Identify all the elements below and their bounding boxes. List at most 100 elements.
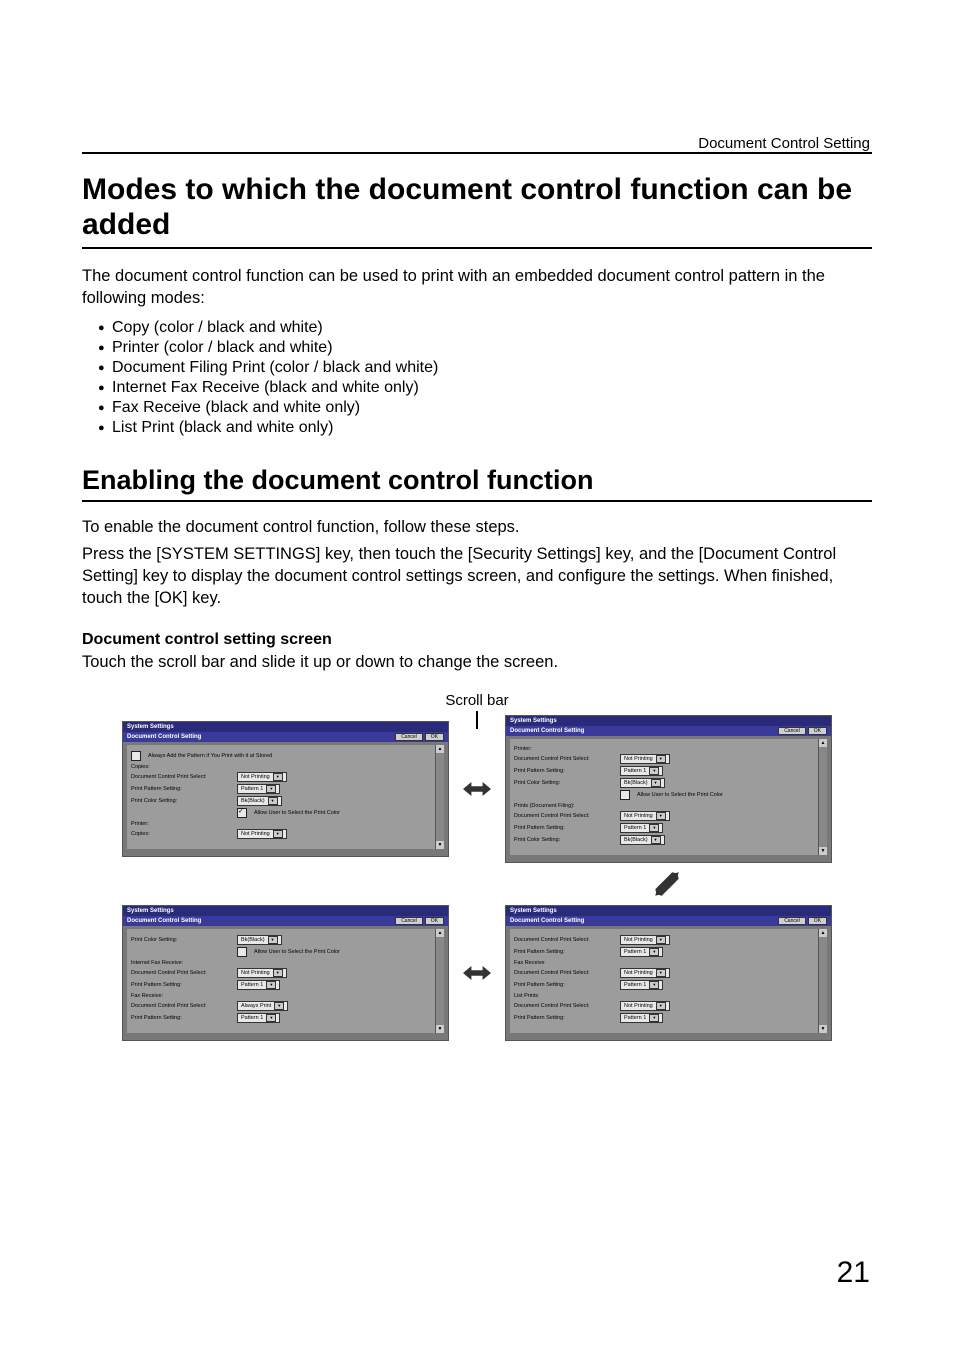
chevron-down-icon: ▼ [649, 767, 659, 775]
ok-button[interactable]: OK [425, 733, 444, 741]
panel-title: System Settings [123, 722, 448, 732]
pcs-select[interactable]: Bk(Black)▼ [237, 796, 282, 806]
pps-label: Print Pattern Setting: [514, 949, 616, 955]
pps-label: Print Pattern Setting: [131, 982, 233, 988]
pps-select[interactable]: Pattern 1▼ [620, 766, 663, 776]
panel-subtitle-bar: Document Control Setting Cancel OK [506, 726, 831, 736]
cancel-button[interactable]: Cancel [395, 733, 423, 741]
pps-select[interactable]: Pattern 1▼ [237, 1013, 280, 1023]
pcs-select[interactable]: Bk(Black)▼ [237, 935, 282, 945]
pps-select[interactable]: Pattern 1▼ [237, 784, 280, 794]
panel-subtitle: Document Control Setting [510, 918, 584, 924]
dcps-select[interactable]: Always Print▼ [237, 1001, 288, 1011]
pcs-label: Print Color Setting: [131, 798, 233, 804]
panel-title: System Settings [123, 906, 448, 916]
heading-enabling: Enabling the document control function [82, 465, 872, 496]
list-item: List Print (black and white only) [98, 419, 872, 437]
section-ifax: Internet Fax Receive: [131, 960, 440, 966]
chevron-down-icon: ▼ [656, 1002, 666, 1010]
h1-rule [82, 247, 872, 249]
dcps-label: Document Control Print Select: [514, 937, 616, 943]
enable-intro: To enable the document control function,… [82, 516, 872, 538]
chevron-down-icon: ▼ [268, 797, 278, 805]
pps-select[interactable]: Pattern 1▼ [620, 1013, 663, 1023]
scroll-down-icon[interactable]: ▼ [819, 1025, 827, 1033]
allow-user-label: Allow User to Select the Print Color [637, 792, 723, 798]
dcps-select[interactable]: Not Printing▼ [620, 1001, 670, 1011]
scrollbar[interactable]: ▲▼ [435, 929, 444, 1033]
pps-select[interactable]: Pattern 1▼ [620, 980, 663, 990]
scroll-down-icon[interactable]: ▼ [436, 841, 444, 849]
chevron-down-icon: ▼ [649, 1014, 659, 1022]
panel-subtitle: Document Control Setting [510, 728, 584, 734]
cancel-button[interactable]: Cancel [395, 917, 423, 925]
cancel-button[interactable]: Cancel [778, 917, 806, 925]
scrollbar[interactable]: ▲▼ [818, 739, 827, 855]
screenshot-ifax-fax: System Settings Document Control Setting… [122, 905, 449, 1041]
dcps-select[interactable]: Not Printing▼ [620, 811, 670, 821]
chevron-down-icon: ▼ [649, 981, 659, 989]
chevron-down-icon: ▼ [266, 1014, 276, 1022]
chevron-down-icon: ▼ [649, 824, 659, 832]
dcps-select[interactable]: Not Printing▼ [620, 935, 670, 945]
ok-button[interactable]: OK [425, 917, 444, 925]
scrollbar[interactable]: ▲▼ [435, 745, 444, 849]
chevron-down-icon: ▼ [273, 830, 283, 838]
heading-modes: Modes to which the document control func… [82, 172, 872, 243]
allow-user-checkbox[interactable] [237, 808, 247, 818]
dcps-select-printer[interactable]: Not Printing▼ [237, 829, 287, 839]
scrollbar[interactable]: ▲▼ [818, 929, 827, 1033]
dcps-label: Document Control Print Select: [514, 756, 616, 762]
ok-button[interactable]: OK [808, 727, 827, 735]
pps-select[interactable]: Pattern 1▼ [620, 947, 663, 957]
dcps-label: Document Control Print Select: [131, 1003, 233, 1009]
dcps-label: Document Control Print Select: [514, 813, 616, 819]
panel-subtitle: Document Control Setting [127, 918, 201, 924]
cancel-button[interactable]: Cancel [778, 727, 806, 735]
scroll-down-icon[interactable]: ▼ [436, 1025, 444, 1033]
panel-subtitle-bar: Document Control Setting Cancel OK [123, 916, 448, 926]
panel-subtitle: Document Control Setting [127, 734, 201, 740]
scroll-up-icon[interactable]: ▲ [436, 929, 444, 937]
enable-steps: Press the [SYSTEM SETTINGS] key, then to… [82, 543, 872, 610]
scroll-up-icon[interactable]: ▲ [436, 745, 444, 753]
chevron-down-icon: ▼ [274, 1002, 284, 1010]
double-arrow-icon [463, 962, 491, 984]
dcps-select[interactable]: Not Printing▼ [620, 968, 670, 978]
screenshot-copies-printer: System Settings Document Control Setting… [122, 721, 449, 857]
pcs-select[interactable]: Bk(Black)▼ [620, 835, 665, 845]
header-rule [82, 152, 872, 154]
panel-subtitle-bar: Document Control Setting Cancel OK [506, 916, 831, 926]
always-add-checkbox[interactable] [131, 751, 141, 761]
double-arrow-icon [463, 778, 491, 800]
chevron-down-icon: ▼ [656, 812, 666, 820]
dcps-select[interactable]: Not Printing▼ [237, 772, 287, 782]
section-fax: Fax Receive: [131, 993, 440, 999]
screenshots-grid: System Settings Document Control Setting… [82, 715, 872, 1041]
chevron-down-icon: ▼ [656, 969, 666, 977]
pcs-label: Print Color Setting: [514, 780, 616, 786]
scroll-up-icon[interactable]: ▲ [819, 739, 827, 747]
pps-select[interactable]: Pattern 1▼ [620, 823, 663, 833]
dcps-select[interactable]: Not Printing▼ [237, 968, 287, 978]
list-item: Document Filing Print (color / black and… [98, 359, 872, 377]
panel-subtitle-bar: Document Control Setting Cancel OK [123, 732, 448, 742]
scroll-bar-caption: Scroll bar [82, 692, 872, 709]
list-item: Printer (color / black and white) [98, 339, 872, 357]
allow-user-checkbox[interactable] [237, 947, 247, 957]
section-copies: Copies: [131, 764, 440, 770]
chevron-down-icon: ▼ [656, 936, 666, 944]
ok-button[interactable]: OK [808, 917, 827, 925]
chevron-down-icon: ▼ [266, 981, 276, 989]
page-number: 21 [837, 1256, 870, 1290]
chevron-down-icon: ▼ [273, 773, 283, 781]
dcps-select[interactable]: Not Printing▼ [620, 754, 670, 764]
dcps-label: Document Control Print Select: [131, 970, 233, 976]
section-copies-2: Copies: [131, 831, 233, 837]
pps-label: Print Pattern Setting: [131, 1015, 233, 1021]
pcs-select[interactable]: Bk(Black)▼ [620, 778, 665, 788]
allow-user-checkbox[interactable] [620, 790, 630, 800]
pps-select[interactable]: Pattern 1▼ [237, 980, 280, 990]
scroll-down-icon[interactable]: ▼ [819, 847, 827, 855]
scroll-up-icon[interactable]: ▲ [819, 929, 827, 937]
